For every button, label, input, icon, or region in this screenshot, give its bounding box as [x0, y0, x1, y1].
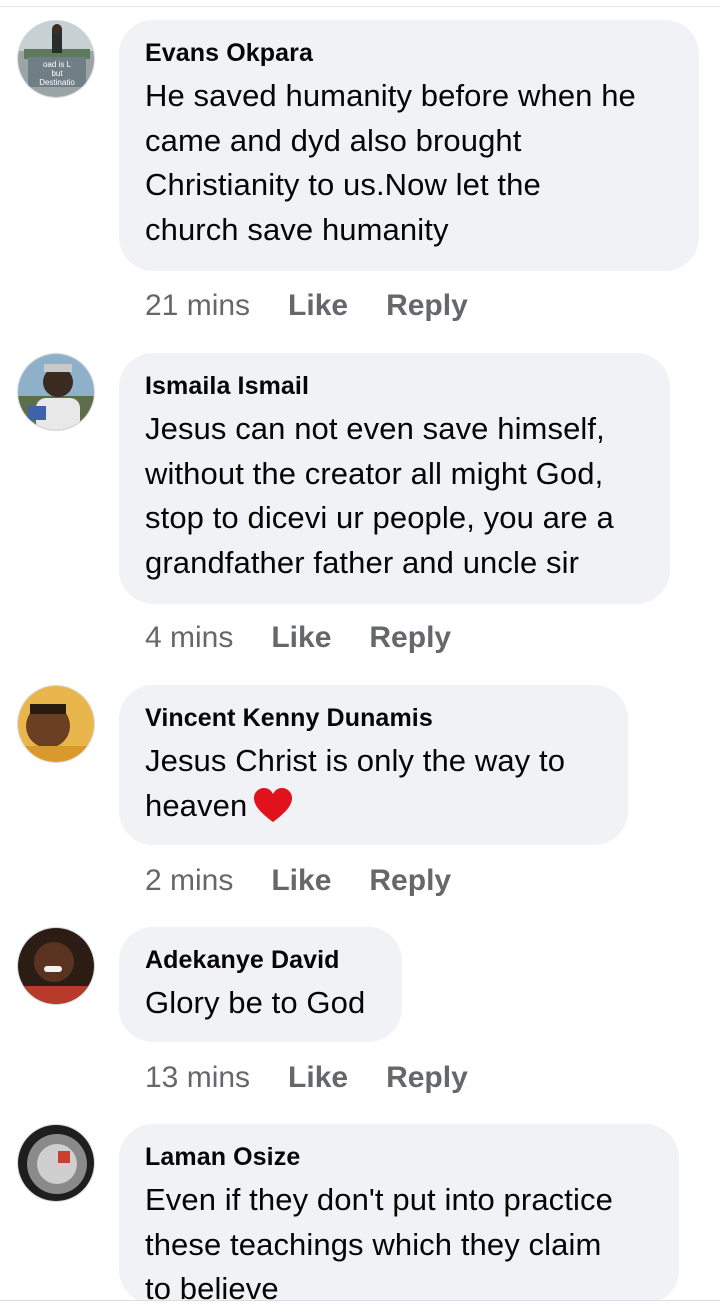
- comment-text-line: came and dyd also brought: [145, 122, 522, 158]
- avatar[interactable]: [17, 353, 95, 431]
- like-button[interactable]: Like: [288, 1058, 348, 1098]
- comment-text-line: stop to dicevi ur people, you are a: [145, 500, 614, 535]
- comment-text-line: Christianity to us.Now let the: [145, 167, 541, 202]
- comment-text-line: heaven: [145, 784, 602, 836]
- comment-author[interactable]: Evans Okpara: [145, 38, 673, 68]
- reply-button[interactable]: Reply: [386, 286, 468, 326]
- comment-timestamp: 2 mins: [145, 864, 234, 897]
- reply-button[interactable]: Reply: [386, 1058, 468, 1098]
- comment-author[interactable]: Laman Osize: [145, 1142, 653, 1172]
- comment-bubble: Vincent Kenny Dunamis Jesus Christ is on…: [119, 685, 628, 845]
- comment-actions: 13 mins Like Reply: [145, 1058, 468, 1098]
- comment-author[interactable]: Ismaila Ismail: [145, 371, 644, 401]
- comment-text-line: grandfather father and uncle sir: [145, 544, 580, 580]
- like-button[interactable]: Like: [271, 618, 331, 658]
- comment-text-line: without the creator all might God,: [145, 455, 604, 491]
- comment-text-line: church save humanity: [145, 211, 449, 247]
- comment-timestamp: 21 mins: [145, 289, 251, 322]
- top-divider: [0, 0, 720, 7]
- comment-text: Even if they don't put into practice the…: [145, 1178, 653, 1312]
- comment-actions: 21 mins Like Reply: [145, 286, 468, 326]
- comment-actions: 4 mins Like Reply: [145, 618, 451, 658]
- svg-text:Destinatio: Destinatio: [39, 78, 75, 87]
- avatar[interactable]: oad is L but Destinatio: [17, 20, 95, 98]
- avatar[interactable]: [17, 927, 95, 1005]
- comment-text-line: these teachings which they claim: [145, 1226, 602, 1262]
- comment-text-line: Jesus Christ is only the way to: [145, 743, 566, 778]
- like-button[interactable]: Like: [271, 861, 331, 901]
- reply-button[interactable]: Reply: [369, 618, 451, 658]
- comment-timestamp: 4 mins: [145, 621, 234, 654]
- avatar[interactable]: [17, 685, 95, 763]
- comment-text-segment: heaven: [145, 787, 248, 823]
- comment-bubble: Adekanye David Glory be to God: [119, 927, 402, 1042]
- red-heart-icon: [253, 787, 293, 836]
- comment-author[interactable]: Adekanye David: [145, 945, 376, 975]
- svg-text:oad is L: oad is L: [43, 60, 72, 69]
- comment-text-line: Glory be to God: [145, 985, 366, 1020]
- comment-text: Jesus can not even save himself, without…: [145, 407, 644, 585]
- svg-text:but: but: [51, 69, 63, 78]
- comment-actions: 2 mins Like Reply: [145, 861, 451, 901]
- comment-text-line: Jesus can not even save himself,: [145, 411, 605, 446]
- comment-text: He saved humanity before when he came an…: [145, 74, 673, 252]
- profile-photo-smiling-man-icon: [18, 928, 94, 1004]
- profile-photo-man-outdoors-icon: [18, 354, 94, 430]
- comment-text-line: Even if they don't put into practice: [145, 1182, 613, 1217]
- comment-bubble: Laman Osize Even if they don't put into …: [119, 1124, 679, 1306]
- bottom-divider: [0, 1300, 720, 1305]
- profile-photo-road-sign-icon: oad is L but Destinatio: [18, 21, 94, 97]
- comment-bubble: Ismaila Ismail Jesus can not even save h…: [119, 353, 670, 604]
- comment-author[interactable]: Vincent Kenny Dunamis: [145, 703, 602, 733]
- comment-bubble: Evans Okpara He saved humanity before wh…: [119, 20, 699, 271]
- comment-text: Jesus Christ is only the way to heaven: [145, 739, 602, 835]
- avatar[interactable]: [17, 1124, 95, 1202]
- comment-timestamp: 13 mins: [145, 1061, 251, 1094]
- comment-text-line: He saved humanity before when he: [145, 78, 636, 113]
- reply-button[interactable]: Reply: [369, 861, 451, 901]
- like-button[interactable]: Like: [288, 286, 348, 326]
- profile-photo-man-yellow-background-icon: [18, 686, 94, 762]
- comment-text: Glory be to God: [145, 981, 376, 1026]
- profile-photo-dark-bowl-icon: [18, 1125, 94, 1201]
